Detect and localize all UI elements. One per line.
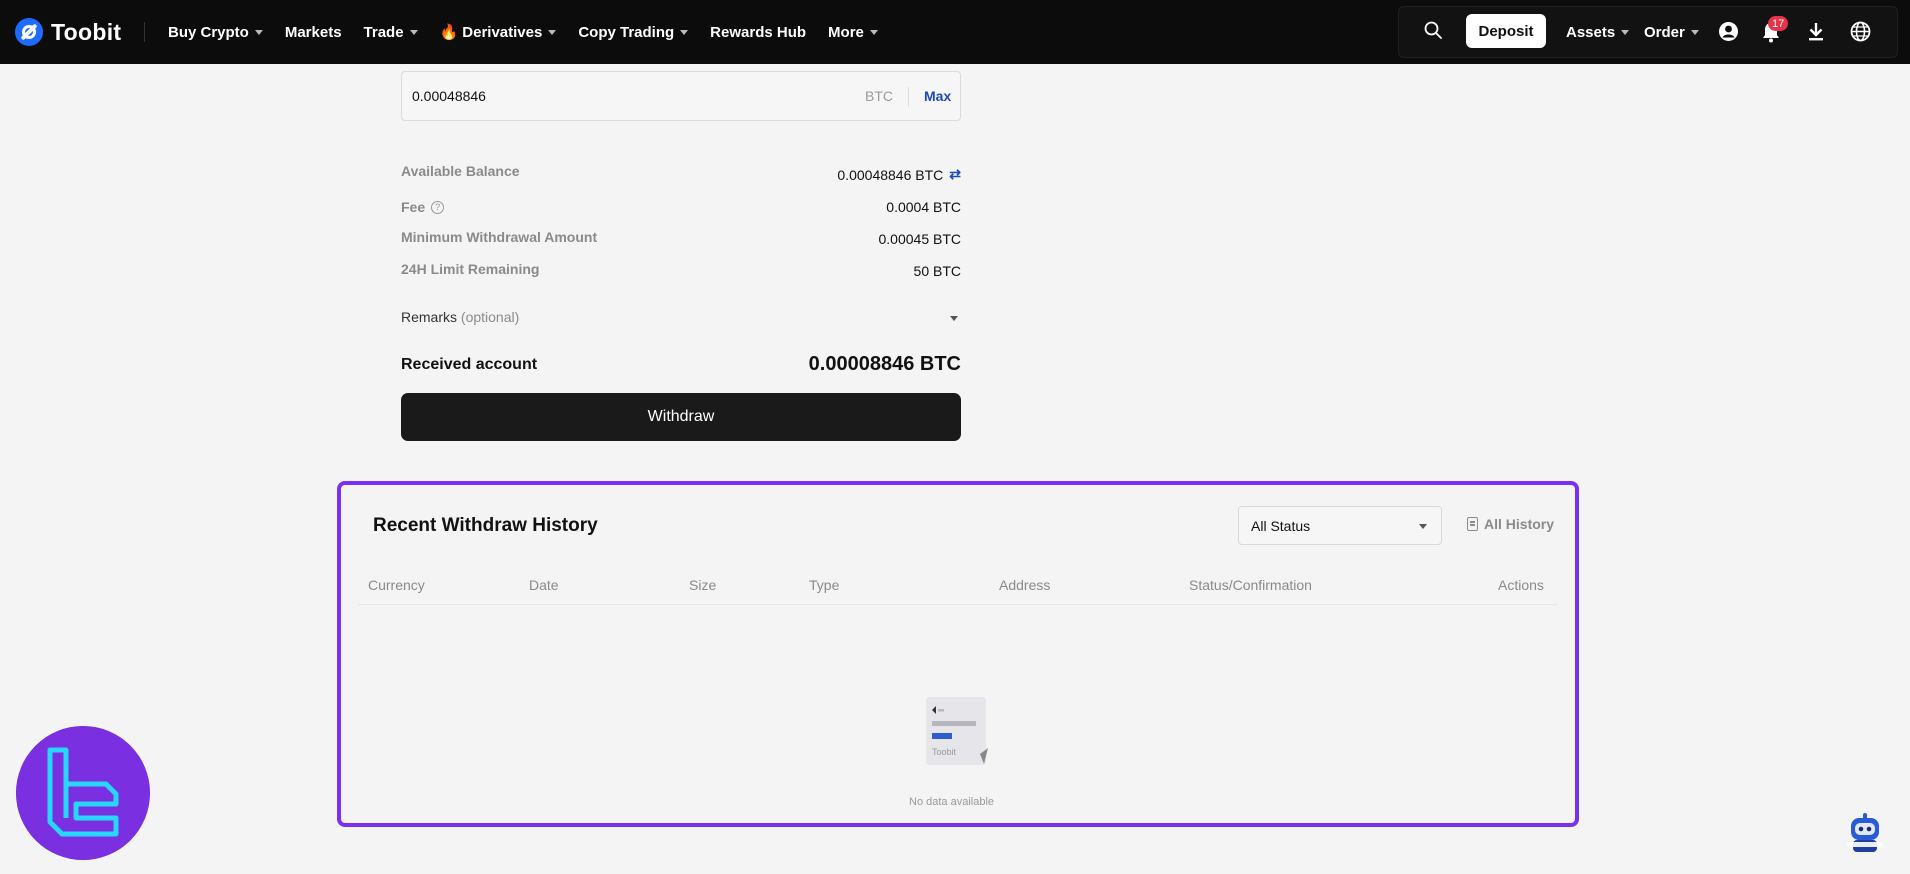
all-history-link[interactable]: All History [1467, 516, 1554, 532]
menu-label: Buy Crypto [168, 23, 249, 41]
brand-name: Toobit [51, 18, 122, 45]
chevron-down-icon [409, 29, 418, 35]
row-value-text: 0.00048846 BTC [837, 166, 944, 183]
fee-label: Fee? [401, 199, 445, 215]
download-icon[interactable] [1806, 21, 1826, 42]
brand-logo[interactable]: Toobit [15, 18, 121, 46]
chevron-down-icon [1621, 29, 1630, 35]
help-bot-icon[interactable] [1843, 812, 1887, 856]
chevron-down-icon [1690, 29, 1699, 35]
column-status: Status/Confirmation [1189, 577, 1312, 593]
withdraw-button[interactable]: Withdraw [401, 393, 961, 441]
search-icon[interactable] [1424, 21, 1442, 39]
amount-value: 0.00048846 [412, 88, 486, 104]
menu-markets[interactable]: Markets [285, 24, 342, 41]
status-filter-value: All Status [1251, 517, 1311, 534]
withdraw-amount-input[interactable]: 0.00048846 BTC Max [401, 71, 961, 121]
assets-menu[interactable]: Assets [1566, 0, 1630, 64]
help-icon[interactable]: ? [431, 200, 445, 214]
available-balance-value: 0.00048846 BTC ⇄ [837, 166, 961, 183]
chevron-down-icon [254, 29, 263, 35]
menu-buy-crypto[interactable]: Buy Crypto [168, 24, 263, 41]
assets-label: Assets [1566, 23, 1616, 41]
max-button[interactable]: Max [924, 88, 951, 104]
menu-rewards-hub[interactable]: Rewards Hub [710, 24, 806, 41]
chevron-down-icon [548, 29, 557, 35]
column-actions: Actions [1498, 577, 1544, 593]
row-label-text: 24H Limit Remaining [401, 261, 540, 277]
toobit-logo-icon [15, 18, 43, 46]
remarks-optional: (optional) [460, 309, 520, 325]
all-history-label: All History [1484, 516, 1555, 532]
amount-divider [908, 87, 909, 107]
limit-remaining-value: 50 BTC [914, 263, 961, 279]
empty-brand-text: Toobit [932, 747, 957, 757]
column-date: Date [529, 577, 559, 593]
status-filter-select[interactable]: All Status [1238, 506, 1442, 545]
column-address: Address [999, 577, 1051, 593]
chevron-down-icon [869, 29, 878, 35]
main-menu: Buy Crypto Markets Trade 🔥 Derivatives Co… [168, 0, 878, 64]
chevron-down-icon[interactable] [950, 316, 958, 321]
table-header-divider [358, 604, 1558, 605]
notification-badge: 17 [1768, 16, 1789, 31]
row-label-text: Minimum Withdrawal Amount [401, 229, 598, 245]
menu-label: Trade [363, 23, 404, 41]
menu-copy-trading[interactable]: Copy Trading [578, 23, 689, 41]
watermark-logo [16, 726, 150, 860]
globe-icon[interactable] [1850, 21, 1871, 42]
user-avatar-icon[interactable] [1718, 21, 1739, 42]
row-value-text: 0.0004 BTC [886, 199, 961, 215]
menu-label: Rewards Hub [710, 23, 807, 41]
remarks-label: Remarks [401, 309, 458, 325]
min-withdrawal-value: 0.00045 BTC [879, 231, 962, 247]
order-label: Order [1644, 23, 1685, 41]
column-size: Size [689, 577, 717, 593]
amount-unit: BTC [865, 88, 893, 104]
menu-label: Derivatives [462, 23, 543, 41]
received-account-value: 0.00008846 BTC [808, 353, 961, 375]
min-withdrawal-label: Minimum Withdrawal Amount [401, 229, 597, 245]
menu-trade[interactable]: Trade [364, 24, 418, 41]
row-value-text: 0.00045 BTC [878, 231, 962, 247]
limit-remaining-label: 24H Limit Remaining [401, 261, 539, 277]
row-label-text: Available Balance [401, 163, 520, 179]
fee-value: 0.0004 BTC [886, 199, 961, 215]
menu-more[interactable]: More [828, 24, 878, 41]
menu-label: Copy Trading [578, 23, 675, 41]
deposit-button[interactable]: Deposit [1466, 14, 1546, 48]
top-navbar: Toobit Buy Crypto Markets Trade 🔥 Derivat… [0, 0, 1910, 64]
chevron-down-icon [1419, 524, 1427, 529]
empty-state-illustration: Toobit [926, 697, 988, 765]
available-balance-label: Available Balance [401, 163, 520, 179]
column-currency: Currency [368, 577, 425, 593]
transfer-icon[interactable]: ⇄ [949, 166, 961, 183]
remarks-toggle[interactable]: Remarks (optional) [401, 309, 519, 325]
order-menu[interactable]: Order [1644, 0, 1699, 64]
row-label-text: Fee [401, 199, 426, 215]
menu-derivatives[interactable]: 🔥 Derivatives [440, 23, 557, 41]
column-type: Type [809, 577, 840, 593]
history-title: Recent Withdraw History [373, 515, 598, 536]
empty-state-text: No data available [909, 796, 995, 808]
received-account-label: Received account [401, 356, 538, 373]
fire-icon: 🔥 [439, 24, 459, 41]
document-icon [1467, 517, 1478, 531]
menu-label: Markets [284, 23, 342, 41]
chevron-down-icon [680, 29, 689, 35]
row-value-text: 50 BTC [913, 263, 961, 279]
menu-label: More [828, 23, 864, 41]
nav-divider [144, 22, 145, 42]
